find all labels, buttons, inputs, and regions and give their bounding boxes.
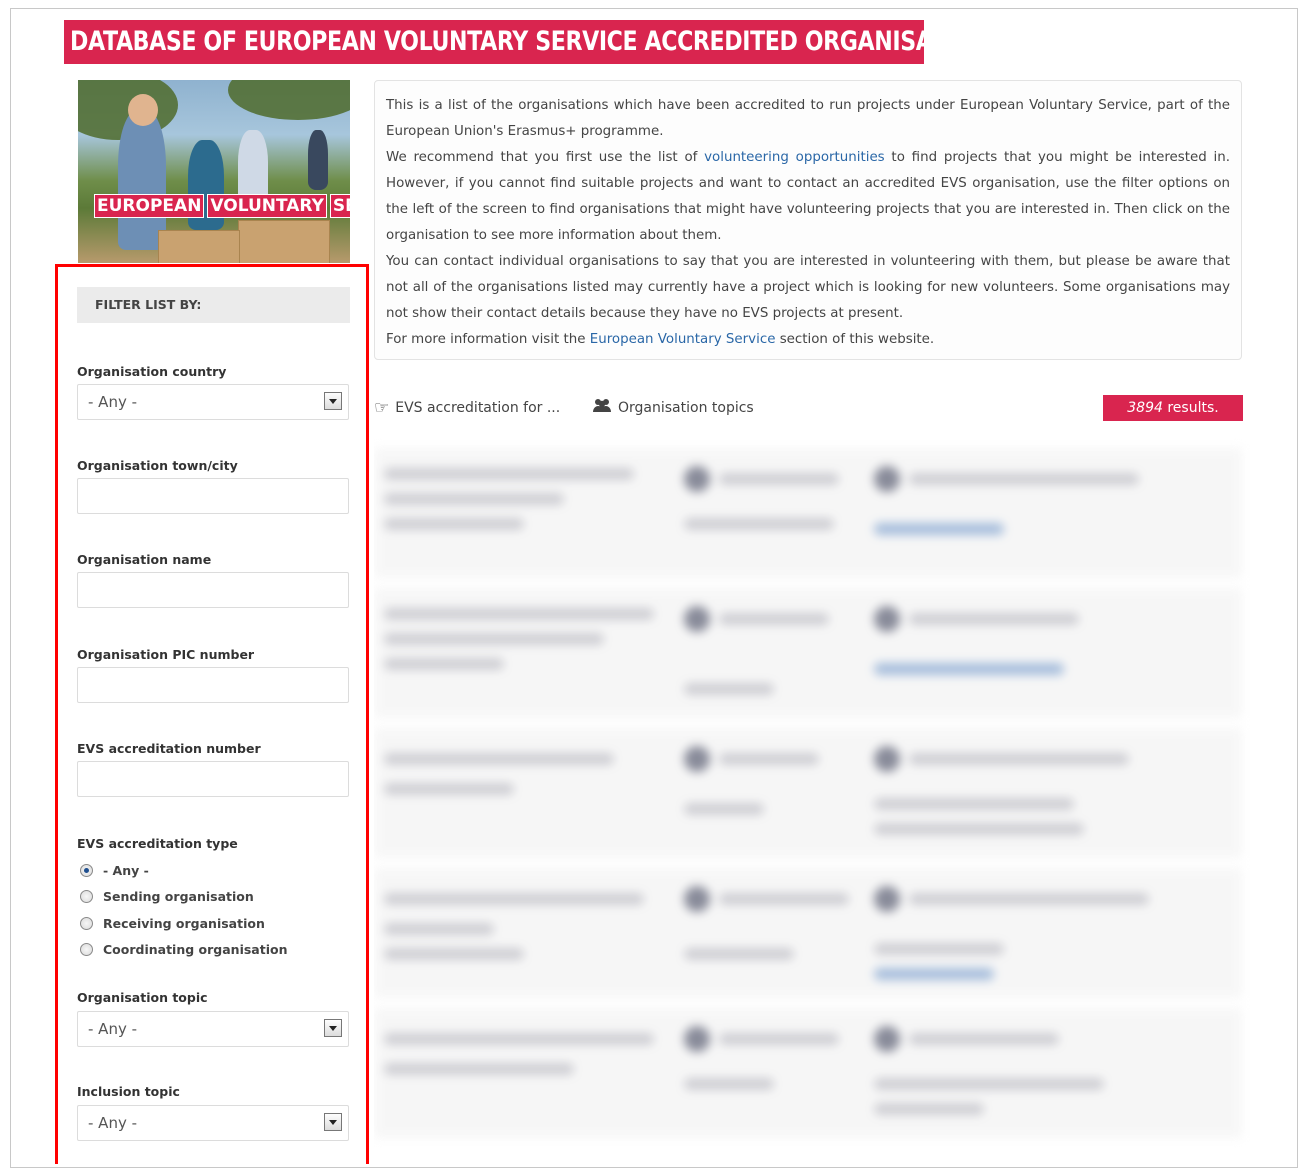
radio-checked-icon[interactable]	[80, 864, 93, 877]
radio-icon[interactable]	[80, 917, 93, 930]
radio-icon[interactable]	[80, 890, 93, 903]
chevron-down-icon[interactable]	[324, 1113, 342, 1131]
country-select-value: - Any -	[88, 393, 138, 411]
topic-select-value: - Any -	[88, 1020, 138, 1038]
list-item	[374, 868, 1242, 998]
evs-hero-image: EUROPEAN VOLUNTARY SERVICE	[78, 80, 350, 263]
intro-paragraph: We recommend that you first use the list…	[386, 150, 1230, 243]
intro-paragraph: You can contact individual organisations…	[386, 254, 1230, 321]
tab-organisation-topics[interactable]: Organisation topics	[592, 394, 754, 422]
chevron-down-icon[interactable]	[324, 392, 342, 410]
results-list-blurred	[374, 430, 1250, 1151]
hand-pointing-icon: ☞	[374, 397, 390, 418]
volunteering-opportunities-link[interactable]: volunteering opportunities	[704, 150, 885, 165]
radio-icon[interactable]	[80, 943, 93, 956]
accr-type-any-radio[interactable]: - Any -	[80, 863, 149, 878]
topic-select[interactable]: - Any -	[77, 1011, 349, 1047]
filter-header: FILTER LIST BY:	[77, 287, 350, 323]
pic-label: Organisation PIC number	[77, 647, 255, 662]
tab-evs-accreditation[interactable]: ☞ EVS accreditation for ...	[374, 394, 560, 422]
list-item	[374, 728, 1242, 858]
inclusion-select-value: - Any -	[88, 1114, 138, 1132]
town-label: Organisation town/city	[77, 458, 238, 473]
list-item	[374, 448, 1242, 578]
hero-label: EUROPEAN VOLUNTARY SERVICE	[94, 194, 350, 218]
list-item	[374, 588, 1242, 718]
list-item	[374, 1008, 1242, 1138]
accr-type-label: EVS accreditation type	[77, 836, 238, 851]
pic-input[interactable]	[77, 667, 349, 703]
page-title: DATABASE OF EUROPEAN VOLUNTARY SERVICE A…	[64, 20, 924, 64]
name-label: Organisation name	[77, 552, 212, 567]
results-count-badge: 3894 results.	[1103, 395, 1243, 421]
accr-type-sending-radio[interactable]: Sending organisation	[80, 889, 254, 904]
inclusion-label: Inclusion topic	[77, 1084, 180, 1099]
intro-paragraph: For more information visit the European …	[386, 332, 935, 347]
accr-number-input[interactable]	[77, 761, 349, 797]
hero-label-word: SERVICE	[329, 194, 350, 218]
european-voluntary-service-link[interactable]: European Voluntary Service	[590, 332, 776, 347]
accr-type-coordinating-radio[interactable]: Coordinating organisation	[80, 942, 287, 957]
topic-label: Organisation topic	[77, 990, 208, 1005]
town-input[interactable]	[77, 478, 349, 514]
users-icon	[592, 398, 612, 418]
accr-type-receiving-radio[interactable]: Receiving organisation	[80, 916, 265, 931]
hero-label-word: EUROPEAN	[94, 194, 205, 218]
hero-label-word: VOLUNTARY	[207, 194, 327, 218]
name-input[interactable]	[77, 572, 349, 608]
chevron-down-icon[interactable]	[324, 1019, 342, 1037]
intro-text-box: This is a list of the organisations whic…	[374, 80, 1242, 360]
country-label: Organisation country	[77, 364, 227, 379]
intro-paragraph: This is a list of the organisations whic…	[386, 98, 1230, 139]
accr-number-label: EVS accreditation number	[77, 741, 261, 756]
inclusion-select[interactable]: - Any -	[77, 1105, 349, 1141]
country-select[interactable]: - Any -	[77, 384, 349, 420]
